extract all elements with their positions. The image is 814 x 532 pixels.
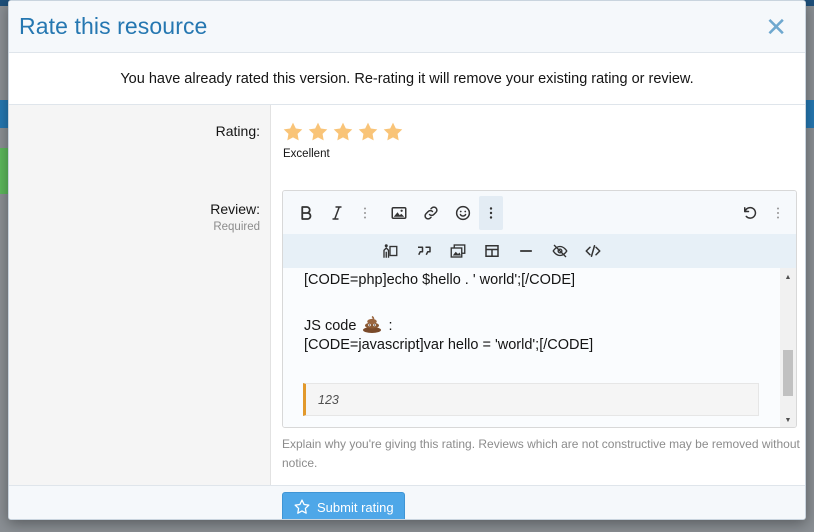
star-icon[interactable] [382, 121, 404, 143]
code-javascript-line: [CODE=javascript]var hello = 'world';[/C… [304, 337, 594, 353]
js-code-colon: : [388, 318, 393, 334]
more-text-options-icon[interactable] [353, 201, 377, 225]
background-nav-strip [0, 100, 8, 128]
required-hint: Required [213, 221, 260, 233]
dialog-header: Rate this resource ✕ [9, 1, 805, 53]
submit-rating-label: Submit rating [317, 499, 394, 515]
review-explain-hint: Explain why you're giving this rating. R… [282, 437, 800, 470]
dialog-title: Rate this resource [19, 13, 208, 39]
star-icon[interactable] [357, 121, 379, 143]
star-icon[interactable] [282, 121, 304, 143]
quote-block: 123 [303, 383, 759, 416]
spoiler-icon[interactable] [548, 239, 572, 263]
code-php-line: [CODE=php]echo $hello . ' world';[/CODE] [304, 272, 576, 288]
js-code-line: JS code : [304, 315, 393, 334]
poop-emoji-icon [363, 315, 382, 333]
editor-toolbar-extra [283, 234, 796, 268]
scrollbar-thumb[interactable] [783, 350, 793, 396]
table-icon[interactable] [480, 239, 504, 263]
quote-icon[interactable] [412, 239, 436, 263]
background-nav-strip-right [806, 100, 814, 128]
dialog-footer: Submit rating [9, 485, 805, 519]
bold-icon[interactable] [294, 201, 318, 225]
editor-toolbar-main [283, 191, 796, 234]
js-code-text: JS code [304, 318, 357, 334]
star-icon[interactable] [307, 121, 329, 143]
media-icon[interactable] [378, 239, 402, 263]
close-icon[interactable]: ✕ [761, 14, 791, 40]
rating-label: Rating: [215, 123, 260, 139]
scroll-up-icon[interactable]: ▲ [780, 270, 796, 284]
more-options-icon[interactable] [479, 196, 503, 230]
star-icon[interactable] [332, 121, 354, 143]
rate-resource-dialog: Rate this resource ✕ You have already ra… [8, 0, 806, 520]
image-icon[interactable] [387, 201, 411, 225]
more-vertical-icon[interactable] [766, 201, 790, 225]
review-label: Review: [210, 201, 260, 217]
star-rating [282, 121, 404, 143]
submit-rating-button[interactable]: Submit rating [282, 492, 405, 519]
scroll-down-icon[interactable]: ▼ [780, 413, 796, 427]
link-icon[interactable] [419, 201, 443, 225]
code-icon[interactable] [581, 239, 605, 263]
gallery-icon[interactable] [446, 239, 470, 263]
quote-text: 123 [318, 393, 339, 407]
already-rated-notice: You have already rated this version. Re-… [9, 53, 805, 105]
review-editor: [CODE=php]echo $hello . ' world';[/CODE]… [282, 190, 797, 428]
background-green-block [0, 148, 8, 194]
smilie-icon[interactable] [451, 201, 475, 225]
editor-scrollbar[interactable]: ▲ ▼ [780, 268, 796, 427]
undo-icon[interactable] [738, 201, 762, 225]
horizontal-rule-icon[interactable] [514, 239, 538, 263]
editor-content[interactable]: [CODE=php]echo $hello . ' world';[/CODE]… [283, 268, 780, 427]
rating-text: Excellent [283, 148, 330, 160]
label-column: Rating: Review: Required [9, 105, 271, 485]
form-body: Rating: Review: Required Excellent [CODE… [9, 105, 805, 485]
star-outline-icon [294, 499, 310, 514]
italic-icon[interactable] [325, 201, 349, 225]
